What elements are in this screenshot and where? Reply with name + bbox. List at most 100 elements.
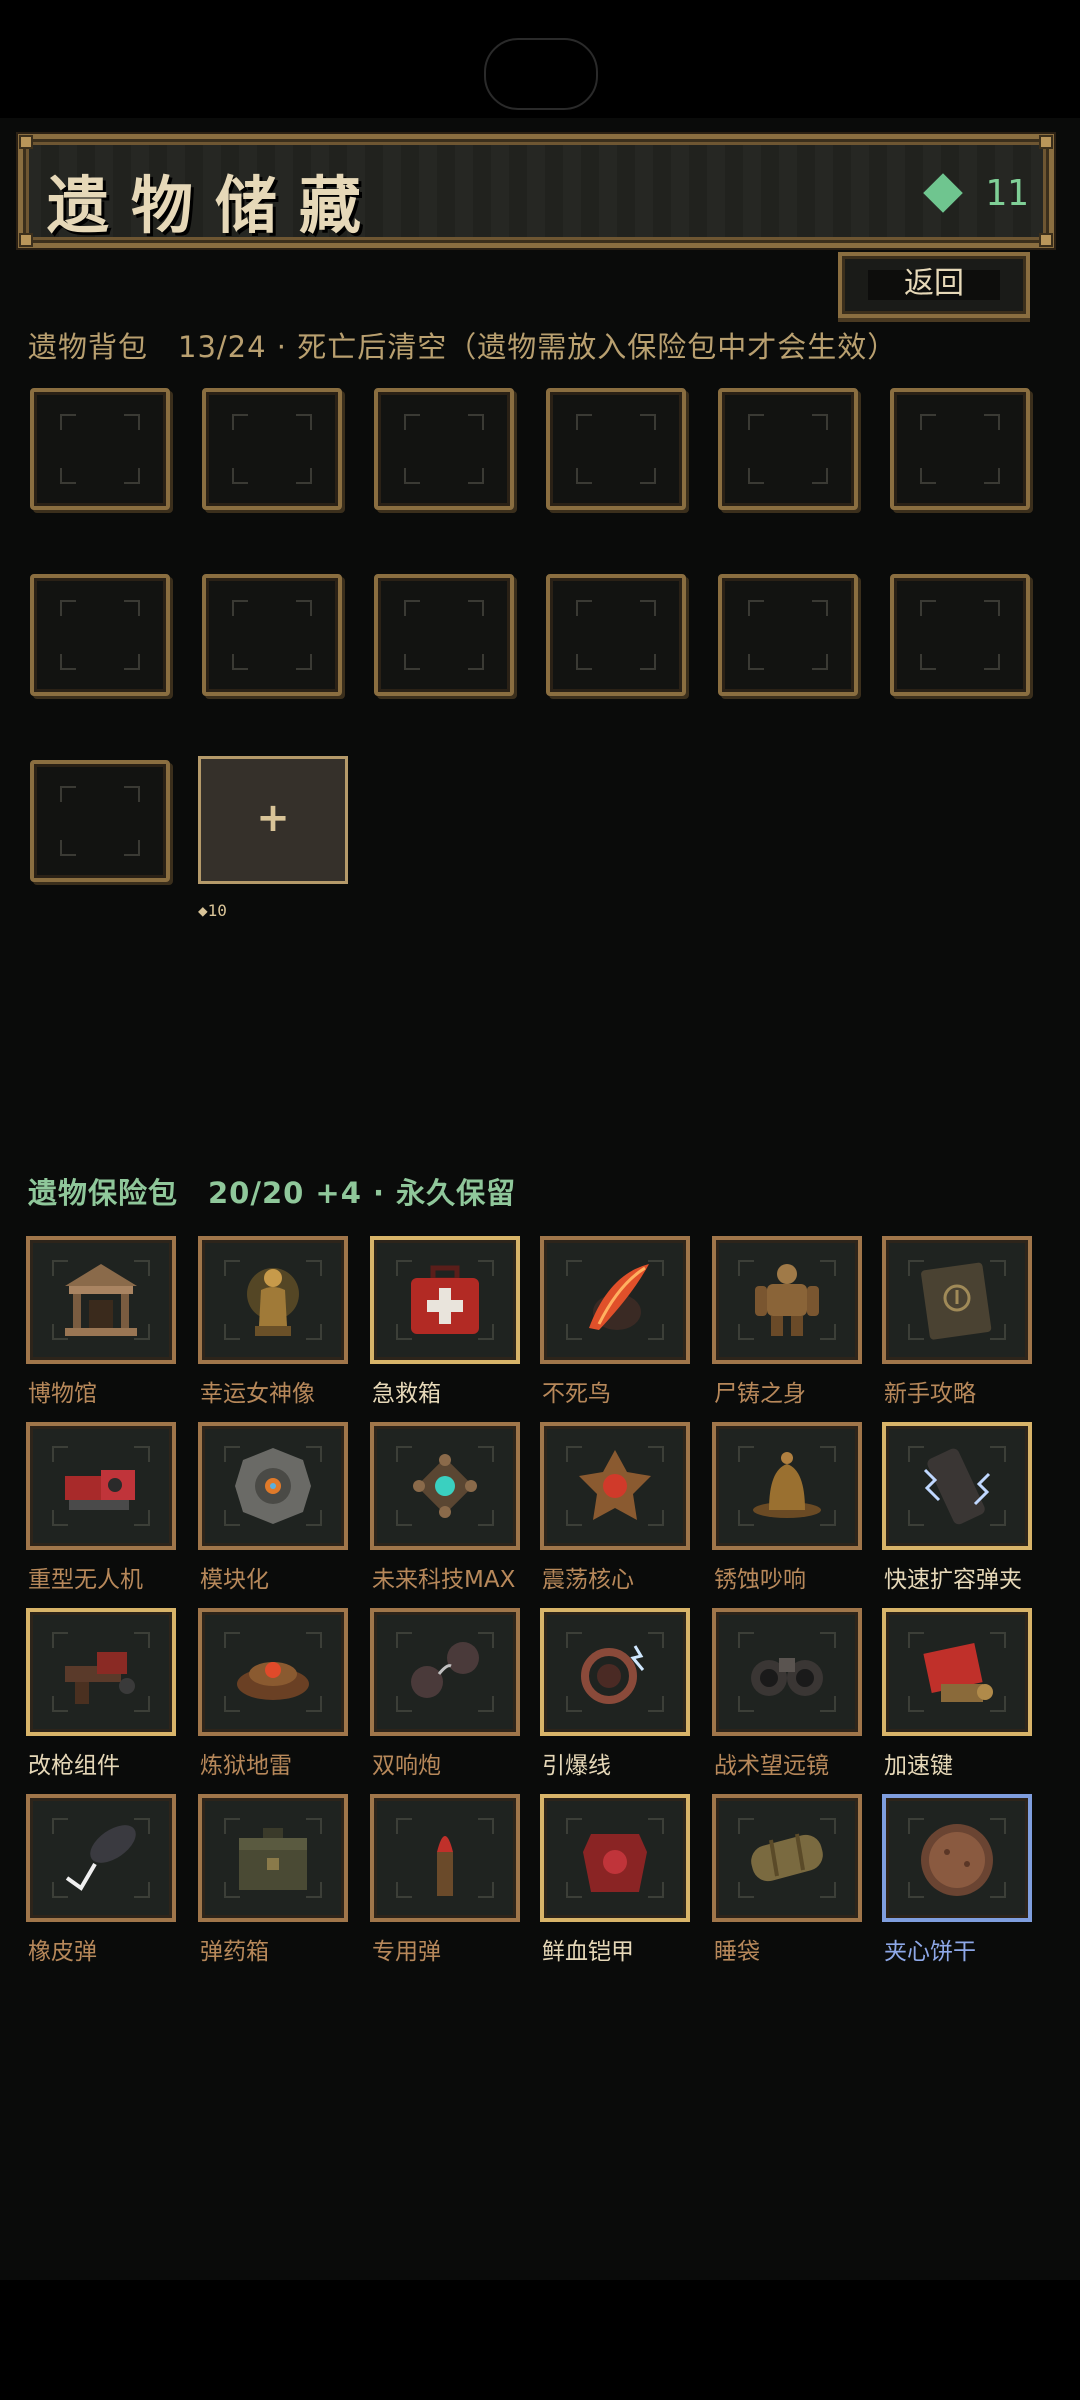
back-button-label: 返回 <box>904 266 964 301</box>
relic-slot[interactable] <box>370 1422 520 1550</box>
empty-bag-slot[interactable] <box>202 574 342 696</box>
gun-parts-icon <box>55 1626 147 1718</box>
heavy-drone-icon <box>55 1440 147 1532</box>
relic-label: 加速键 <box>884 1753 953 1779</box>
relic-slot[interactable] <box>370 1794 520 1922</box>
guide-book-icon <box>911 1254 1003 1346</box>
binoculars-icon <box>741 1626 833 1718</box>
rivet <box>1039 135 1053 149</box>
relic-label: 博物馆 <box>28 1381 97 1407</box>
relic-label: 炼狱地雷 <box>200 1753 292 1779</box>
relic-slot[interactable] <box>540 1608 690 1736</box>
gem-icon <box>923 173 963 213</box>
empty-bag-slot[interactable] <box>546 388 686 510</box>
rivet <box>19 135 33 149</box>
double-bomb-icon <box>399 1626 491 1718</box>
first-aid-kit-icon <box>399 1254 491 1346</box>
relic-label: 弹药箱 <box>200 1939 269 1965</box>
relic-slot[interactable] <box>26 1794 176 1922</box>
ammo-box-icon <box>227 1812 319 1904</box>
relic-label: 专用弹 <box>372 1939 441 1965</box>
sandwich-cookie-icon <box>911 1812 1003 1904</box>
relic-slot[interactable] <box>198 1236 348 1364</box>
relic-label: 尸铸之身 <box>714 1381 806 1407</box>
navigation-bar <box>0 2280 1080 2400</box>
relic-slot[interactable] <box>712 1608 862 1736</box>
plus-icon: + <box>256 795 290 841</box>
empty-bag-slot[interactable] <box>890 574 1030 696</box>
relic-slot[interactable] <box>540 1422 690 1550</box>
relic-slot[interactable] <box>882 1422 1032 1550</box>
relic-label: 幸运女神像 <box>200 1381 315 1407</box>
page-title: 遗物储藏 <box>47 169 384 242</box>
shock-core-icon <box>569 1440 661 1532</box>
empty-bag-slot[interactable] <box>202 388 342 510</box>
relic-label: 急救箱 <box>372 1381 441 1407</box>
relic-label: 锈蚀吵响 <box>714 1567 806 1593</box>
relic-slot[interactable] <box>712 1422 862 1550</box>
future-tech-icon <box>399 1440 491 1532</box>
special-bullet-icon <box>399 1812 491 1904</box>
empty-bag-slot[interactable] <box>890 388 1030 510</box>
relic-slot[interactable] <box>712 1236 862 1364</box>
relic-label: 引爆线 <box>542 1753 611 1779</box>
phoenix-feather-icon <box>569 1254 661 1346</box>
relic-label: 模块化 <box>200 1567 269 1593</box>
rivet <box>1039 233 1053 247</box>
relic-label: 睡袋 <box>714 1939 760 1965</box>
relic-label: 快速扩容弹夹 <box>884 1567 1022 1593</box>
landmine-icon <box>227 1626 319 1718</box>
relic-slot[interactable] <box>882 1608 1032 1736</box>
modular-core-icon <box>227 1440 319 1532</box>
rubber-bullet-icon <box>55 1812 147 1904</box>
empty-bag-slot[interactable] <box>374 574 514 696</box>
add-slot-cost: ◆10 <box>198 901 227 920</box>
empty-bag-slot[interactable] <box>546 574 686 696</box>
museum-icon <box>55 1254 147 1346</box>
back-button[interactable]: 返回 <box>838 252 1030 318</box>
relic-label: 橡皮弹 <box>28 1939 97 1965</box>
relic-label: 改枪组件 <box>28 1753 120 1779</box>
gem-count: 11 <box>985 173 1029 214</box>
empty-bag-slot[interactable] <box>30 574 170 696</box>
relic-slot[interactable] <box>26 1422 176 1550</box>
relic-label: 新手攻略 <box>884 1381 976 1407</box>
relic-label: 未来科技MAX <box>372 1567 516 1593</box>
relic-slot[interactable] <box>370 1608 520 1736</box>
empty-bag-slot[interactable] <box>718 574 858 696</box>
relic-slot[interactable] <box>712 1794 862 1922</box>
relic-slot[interactable] <box>882 1236 1032 1364</box>
empty-bag-slot[interactable] <box>718 388 858 510</box>
sleeping-bag-icon <box>741 1812 833 1904</box>
rivet <box>19 233 33 247</box>
relic-slot[interactable] <box>198 1608 348 1736</box>
relic-slot[interactable] <box>370 1236 520 1364</box>
empty-bag-slot[interactable] <box>30 760 170 882</box>
bag-section-title: 遗物背包 13/24 · 死亡后清空（遗物需放入保险包中才会生效） <box>28 330 898 364</box>
relic-slot[interactable] <box>198 1422 348 1550</box>
relic-slot[interactable] <box>26 1236 176 1364</box>
relic-label: 夹心饼干 <box>884 1939 976 1965</box>
relic-label: 震荡核心 <box>542 1567 634 1593</box>
magazine-icon <box>911 1440 1003 1532</box>
blood-armor-icon <box>569 1812 661 1904</box>
goddess-statue-icon <box>227 1254 319 1346</box>
relic-label: 双响炮 <box>372 1753 441 1779</box>
detonator-wire-icon <box>569 1626 661 1718</box>
empty-bag-slot[interactable] <box>374 388 514 510</box>
relic-label: 战术望远镜 <box>714 1753 829 1779</box>
add-slot-button[interactable]: + <box>198 756 348 884</box>
relic-slot[interactable] <box>540 1794 690 1922</box>
empty-bag-slot[interactable] <box>30 388 170 510</box>
accelerator-key-icon <box>911 1626 1003 1718</box>
relic-slot[interactable] <box>540 1236 690 1364</box>
golem-body-icon <box>741 1254 833 1346</box>
relic-slot[interactable] <box>882 1794 1032 1922</box>
relic-label: 不死鸟 <box>542 1381 611 1407</box>
relic-label: 鲜血铠甲 <box>542 1939 634 1965</box>
camera-cutout <box>484 38 598 110</box>
title-panel: 遗物储藏 11 <box>18 134 1054 248</box>
vault-section-title: 遗物保险包 20/20 +4 · 永久保留 <box>28 1176 517 1210</box>
relic-slot[interactable] <box>198 1794 348 1922</box>
relic-slot[interactable] <box>26 1608 176 1736</box>
